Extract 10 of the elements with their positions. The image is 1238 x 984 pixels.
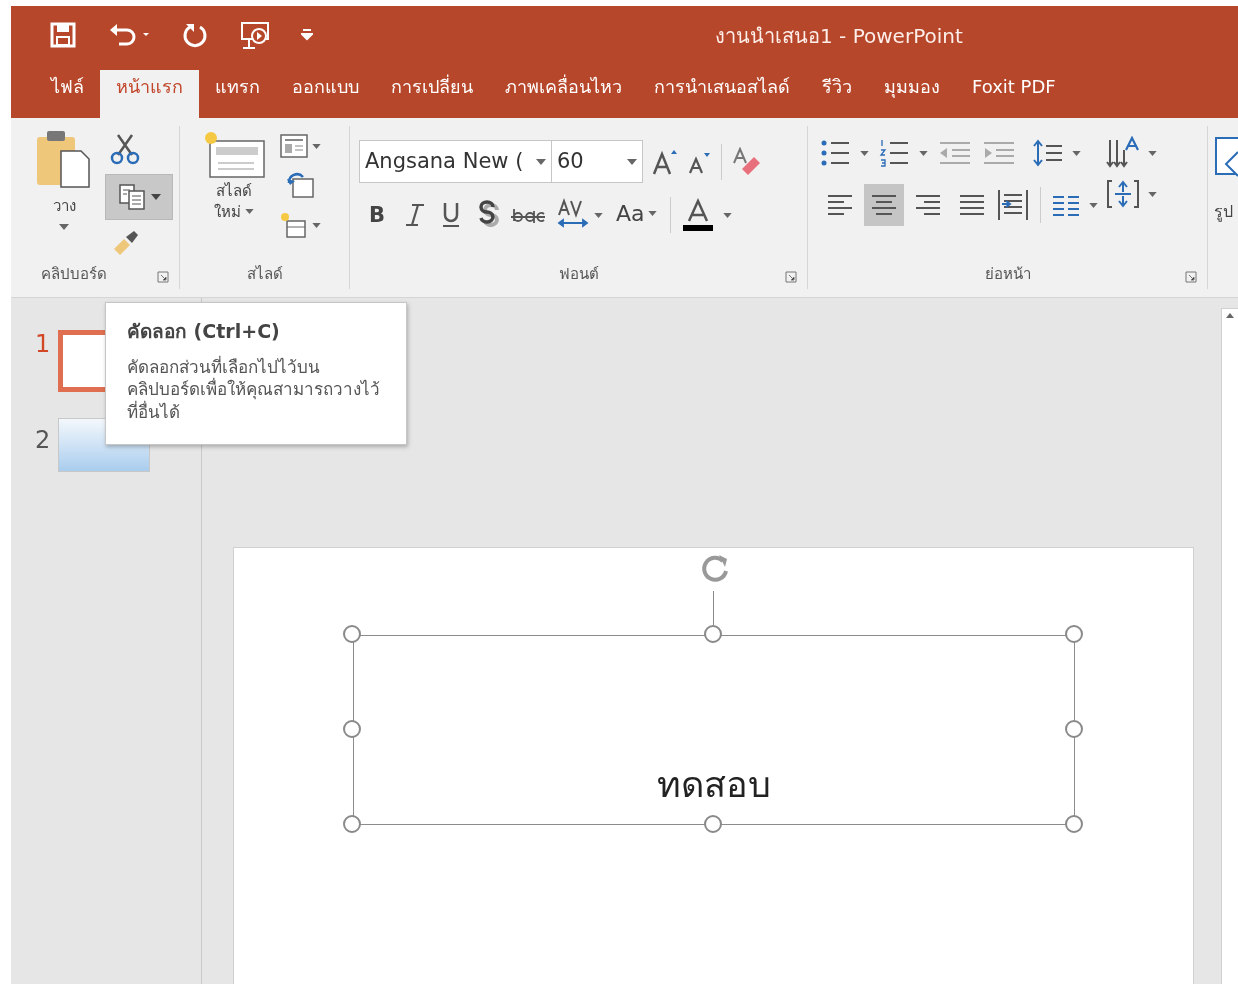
slide-text: ทดสอบ (656, 763, 772, 807)
group-label: ฟอนต์ (558, 264, 599, 285)
tooltip-text: คัดลอกส่วนที่เลือกไปไว้บนคลิปบอร์ดเพื่อให้คุณสามารถวางไว้ที่อื่นได้ (127, 355, 381, 425)
tooltip-title: คัดลอก (Ctrl+C) (127, 319, 281, 344)
slide-number: 1 (35, 329, 51, 360)
group-label: ย่อหน้า (984, 264, 1031, 285)
slide-number: 2 (35, 425, 51, 456)
group-label: สไลด์ (246, 264, 283, 285)
window-title: งานนำเสนอ1 - PowerPoint (715, 23, 963, 50)
group-label: คลิปบอร์ด (41, 264, 107, 285)
